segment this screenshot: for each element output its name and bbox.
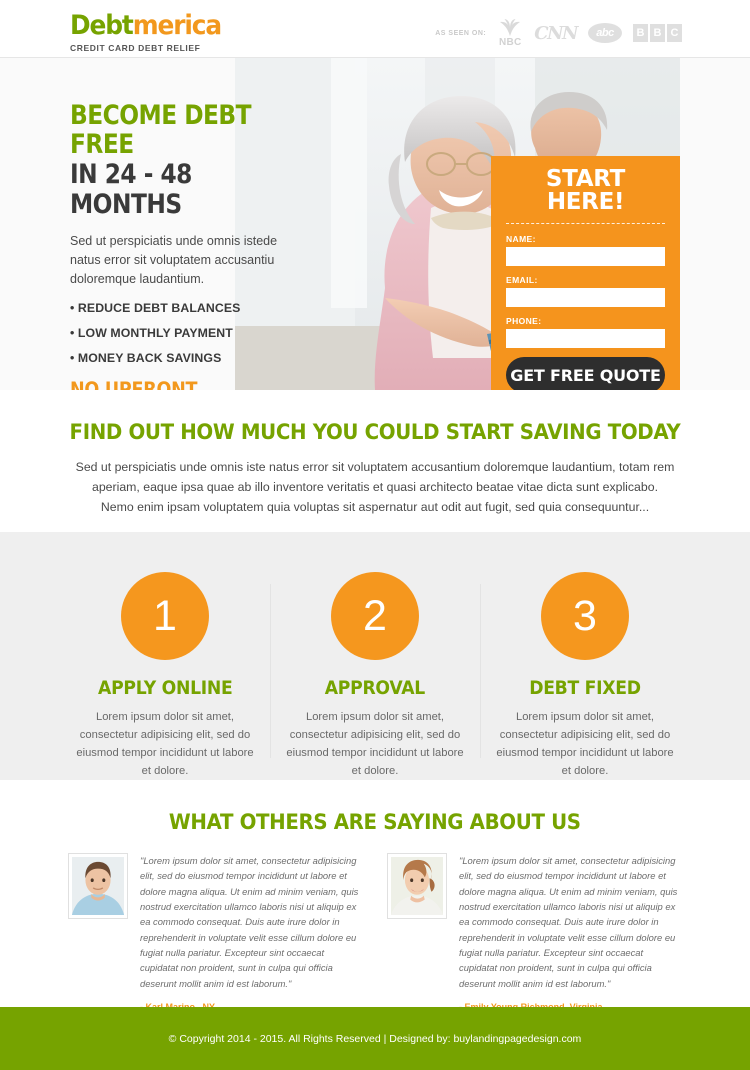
as-seen-on-bar: AS SEEN ON: NBC CNN abc B B C: [435, 18, 682, 48]
cnn-logo: CNN: [534, 22, 578, 44]
site-footer: © Copyright 2014 - 2015. All Rights Rese…: [0, 1007, 750, 1070]
nbc-peacock-icon: [500, 19, 521, 36]
testimonials-title-text: WHAT OTHERS ARE SAYING ABOUT US: [169, 810, 581, 835]
bbc-letter-2: B: [650, 24, 665, 42]
hero-copy: BECOME DEBT FREE IN 24 - 48 MONTHS Sed u…: [70, 100, 330, 390]
hero-benefit-list: REDUCE DEBT BALANCES LOW MONTHLY PAYMENT…: [70, 301, 330, 365]
hero-section: BECOME DEBT FREE IN 24 - 48 MONTHS Sed u…: [0, 58, 750, 390]
logo-part-debt: Debt: [70, 10, 134, 41]
get-free-quote-button[interactable]: GET FREE QUOTE: [506, 357, 665, 390]
testimonial-item: "Lorem ipsum dolor sit amet, consectetur…: [68, 853, 363, 1012]
testimonials-title: WHAT OTHERS ARE SAYING ABOUT US: [0, 780, 750, 835]
steps-section: 1 APPLY ONLINE Lorem ipsum dolor sit ame…: [0, 532, 750, 780]
email-field-label: EMAIL:: [506, 275, 538, 285]
man-avatar-icon: [72, 857, 124, 915]
step-item: 2 APPROVAL Lorem ipsum dolor sit amet, c…: [270, 572, 480, 780]
testimonials-section: WHAT OTHERS ARE SAYING ABOUT US "Lorem i…: [0, 780, 750, 1012]
step-body: Lorem ipsum dolor sit amet, consectetur …: [76, 711, 254, 778]
intro-section: FIND OUT HOW MUCH YOU COULD START SAVING…: [0, 390, 750, 532]
bbc-letter-3: C: [667, 24, 682, 42]
logo-tagline: CREDIT CARD DEBT RELIEF: [70, 43, 201, 53]
abc-label: abc: [588, 23, 622, 43]
name-input[interactable]: [506, 247, 665, 266]
form-divider: [506, 223, 665, 224]
no-upfront-fees-callout: NO UPFRONT FEES*: [70, 377, 304, 390]
hero-bullet: MONEY BACK SAVINGS: [70, 351, 330, 365]
site-logo[interactable]: Debtmerica CREDIT CARD DEBT RELIEF: [70, 12, 234, 53]
email-input[interactable]: [506, 288, 665, 307]
step-body: Lorem ipsum dolor sit amet, consectetur …: [496, 711, 674, 778]
lead-capture-form[interactable]: START HERE! NAME: EMAIL: PHONE: GET FREE…: [491, 156, 680, 390]
bbc-logo: B B C: [633, 24, 682, 42]
step-title: APPROVAL: [324, 678, 426, 699]
step-body: Lorem ipsum dolor sit amet, consectetur …: [286, 711, 464, 778]
bbc-letter-1: B: [633, 24, 648, 42]
landing-page: Debtmerica CREDIT CARD DEBT RELIEF AS SE…: [0, 0, 750, 1070]
hero-headline-line1: BECOME DEBT FREE: [70, 100, 252, 160]
as-seen-on-label: AS SEEN ON:: [435, 29, 487, 37]
phone-field-label: PHONE:: [506, 316, 542, 326]
hero-subtext: Sed ut perspiciatis unde omnis istede na…: [70, 233, 278, 286]
hero-headline-line2: IN 24 - 48 MONTHS: [70, 159, 192, 220]
logo-wordmark: Debtmerica: [70, 10, 222, 41]
testimonial-quote: "Lorem ipsum dolor sit amet, consectetur…: [140, 855, 359, 989]
nbc-label: NBC: [498, 37, 522, 48]
step-item: 1 APPLY ONLINE Lorem ipsum dolor sit ame…: [60, 572, 270, 780]
step-number-badge: 2: [331, 572, 419, 660]
testimonials-row: "Lorem ipsum dolor sit amet, consectetur…: [0, 835, 750, 1012]
step-title: DEBT FIXED: [529, 678, 641, 699]
intro-title: FIND OUT HOW MUCH YOU COULD START SAVING…: [69, 420, 681, 445]
intro-body: Sed ut perspiciatis unde omnis iste natu…: [75, 460, 675, 514]
abc-logo: abc: [588, 23, 622, 43]
steps-row: 1 APPLY ONLINE Lorem ipsum dolor sit ame…: [0, 532, 750, 780]
testimonial-avatar-female: [387, 853, 447, 919]
logo-part-merica: merica: [132, 10, 222, 41]
step-number-badge: 1: [121, 572, 209, 660]
name-field-label: NAME:: [506, 234, 536, 244]
nbc-logo: NBC: [497, 18, 523, 48]
hero-bullet: REDUCE DEBT BALANCES: [70, 301, 330, 315]
hero-bullet: LOW MONTHLY PAYMENT: [70, 326, 330, 340]
form-title: START HERE!: [545, 166, 626, 215]
step-number-badge: 3: [541, 572, 629, 660]
testimonial-quote: "Lorem ipsum dolor sit amet, consectetur…: [459, 855, 678, 989]
step-title: APPLY ONLINE: [97, 678, 233, 699]
site-header: Debtmerica CREDIT CARD DEBT RELIEF AS SE…: [0, 0, 750, 58]
cnn-label: CNN: [534, 22, 578, 44]
step-item: 3 DEBT FIXED Lorem ipsum dolor sit amet,…: [480, 572, 690, 780]
no-upfront-fees-line1: NO UPFRONT: [70, 377, 198, 390]
footer-copyright: © Copyright 2014 - 2015. All Rights Rese…: [168, 1032, 582, 1045]
woman-avatar-icon: [391, 857, 443, 915]
testimonial-avatar-male: [68, 853, 128, 919]
phone-input[interactable]: [506, 329, 665, 348]
testimonial-item: "Lorem ipsum dolor sit amet, consectetur…: [387, 853, 682, 1012]
